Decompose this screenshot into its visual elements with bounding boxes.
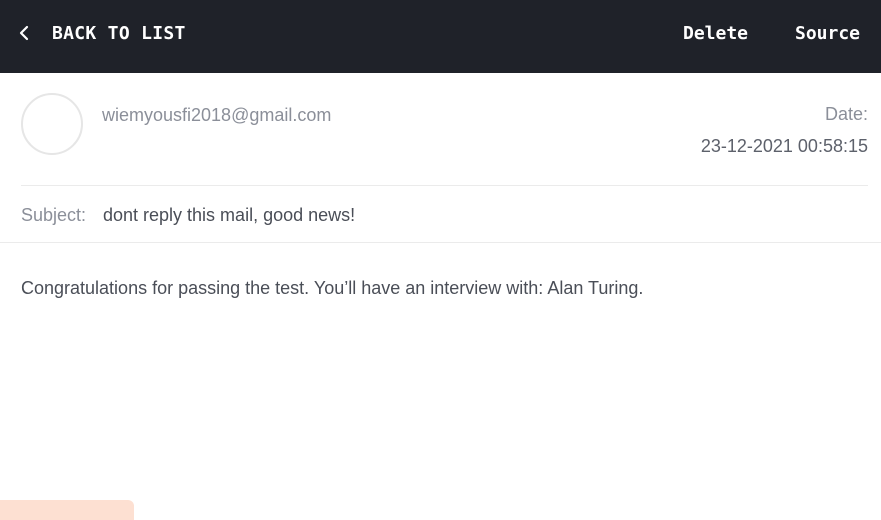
subject-value: dont reply this mail, good news! (103, 205, 356, 225)
avatar (21, 93, 83, 155)
back-to-list-button[interactable]: BACK TO LIST (18, 0, 186, 66)
sender-email: wiemyousfi2018@gmail.com (102, 105, 332, 125)
bottom-floating-tab[interactable] (0, 500, 134, 520)
top-bar: BACK TO LIST Delete Source (0, 0, 881, 73)
delete-button[interactable]: Delete (683, 0, 748, 66)
date-value: 23-12-2021 00:58:15 (700, 136, 868, 156)
source-button[interactable]: Source (795, 0, 860, 66)
subject-divider (0, 242, 881, 243)
header-divider (21, 185, 868, 186)
subject-label: Subject: (21, 205, 87, 225)
back-to-list-label: BACK TO LIST (52, 22, 186, 44)
message-body: Congratulations for passing the test. Yo… (21, 278, 644, 298)
date-label: Date: (824, 104, 868, 124)
chevron-left-icon (18, 25, 30, 41)
